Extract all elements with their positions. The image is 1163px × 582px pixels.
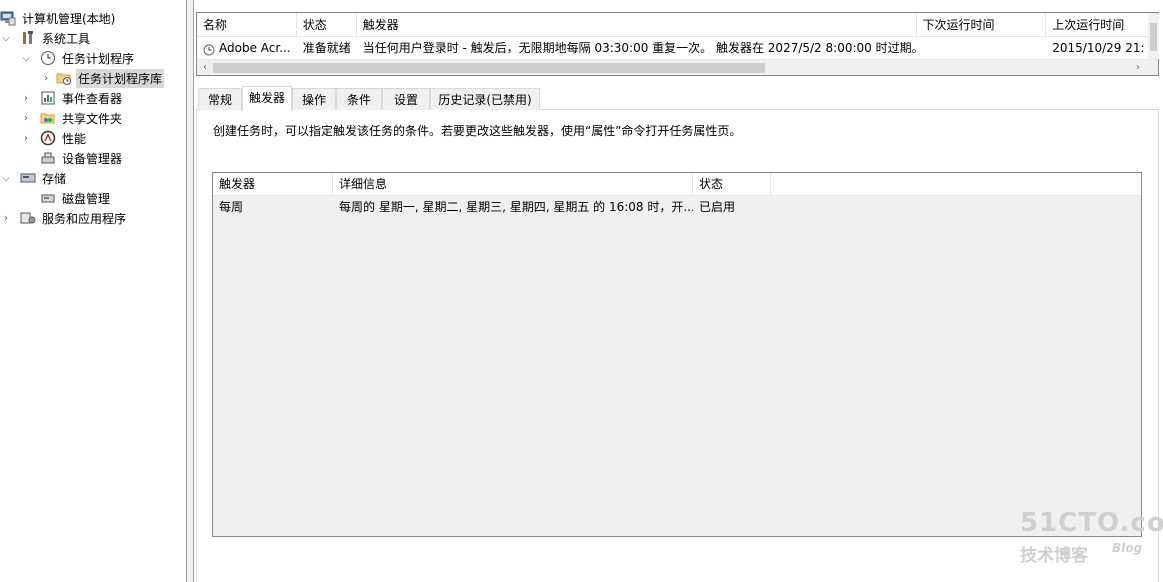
column-header-details[interactable]: 详细信息: [333, 173, 693, 196]
task-trigger: 当任何用户登录时 - 触发后，无限期地每隔 03:30:00 重复一次。 触发器…: [362, 41, 917, 55]
tab-general[interactable]: 常规: [198, 88, 242, 110]
tree-item-label: 任务计划程序: [62, 51, 135, 66]
scroll-right-arrow-icon[interactable]: ›: [1130, 60, 1146, 75]
column-header-trigger[interactable]: 触发器: [357, 13, 917, 37]
tree-item-label: 系统工具: [42, 31, 91, 46]
disk-icon: [40, 190, 56, 206]
task-name: Adobe Acr...: [219, 41, 291, 55]
horizontal-scrollbar[interactable]: ‹ ›: [197, 59, 1158, 75]
tree-item-label: 磁盘管理: [62, 191, 111, 206]
column-header-last-run[interactable]: 上次运行时间: [1046, 13, 1158, 37]
triggers-table-header: 触发器 详细信息 状态: [213, 173, 1141, 196]
navigation-tree: 计算机管理(本地) ⌵ 系统工具 ⌵ 任务计划程序 › 任务计划程序库 › 事件…: [0, 0, 186, 582]
scrollbar-thumb[interactable]: [1150, 23, 1157, 51]
task-list: 名称 状态 触发器 下次运行时间 上次运行时间 Adobe Acr... 准备就…: [196, 12, 1159, 76]
computer-management-icon: [0, 10, 16, 26]
event-viewer-icon: [40, 90, 56, 106]
chevron-down-icon[interactable]: ⌵: [0, 28, 12, 48]
column-header-status[interactable]: 状态: [297, 13, 357, 37]
tab-history[interactable]: 历史记录(已禁用): [430, 88, 540, 110]
tree-item-label: 性能: [62, 131, 87, 146]
shared-folder-icon: [40, 110, 56, 126]
scroll-left-arrow-icon[interactable]: ‹: [197, 60, 213, 75]
column-header-trigger[interactable]: 触发器: [213, 173, 333, 196]
tree-item-label: 任务计划程序库: [76, 68, 165, 88]
task-list-header: 名称 状态 触发器 下次运行时间 上次运行时间: [197, 13, 1158, 37]
chevron-right-icon[interactable]: ›: [20, 128, 32, 148]
tree-item-label: 计算机管理(本地): [22, 11, 116, 26]
tree-item-computer-management[interactable]: 计算机管理(本地): [0, 8, 186, 28]
pane-splitter[interactable]: [186, 0, 194, 582]
clock-icon: [203, 42, 215, 56]
task-status: 准备就绪: [302, 41, 351, 55]
tree-item-event-viewer[interactable]: › 事件查看器: [20, 88, 186, 108]
tree-item-label: 存储: [42, 171, 67, 186]
tree-item-storage[interactable]: ⌵ 存储: [0, 168, 186, 188]
chevron-right-icon[interactable]: ›: [20, 108, 32, 128]
tab-actions[interactable]: 操作: [292, 88, 336, 110]
tab-conditions[interactable]: 条件: [336, 88, 382, 110]
chevron-right-icon[interactable]: ›: [0, 208, 12, 228]
device-manager-icon: [40, 150, 56, 166]
chevron-down-icon[interactable]: ⌵: [20, 48, 32, 68]
scrollbar-thumb[interactable]: [213, 63, 765, 73]
tree-item-task-scheduler-library[interactable]: › 任务计划程序库: [40, 68, 186, 88]
column-header-name[interactable]: 名称: [197, 13, 297, 37]
tree-item-label: 共享文件夹: [62, 111, 123, 126]
tree-item-label: 设备管理器: [62, 151, 123, 166]
tab-settings[interactable]: 设置: [382, 88, 430, 110]
task-name-cell: Adobe Acr...: [197, 38, 297, 58]
column-header-status[interactable]: 状态: [693, 173, 771, 196]
tools-icon: [20, 30, 36, 46]
watermark-blog: Blog: [1112, 541, 1143, 555]
trigger-status: 已启用: [699, 200, 736, 214]
tree-item-device-manager[interactable]: 设备管理器: [20, 148, 186, 168]
watermark-logo: 51CTO.com 技术博客 Blog: [1018, 508, 1163, 568]
tree-item-system-tools[interactable]: ⌵ 系统工具: [0, 28, 186, 48]
storage-icon: [20, 170, 36, 186]
tree-item-services-apps[interactable]: › 服务和应用程序: [0, 208, 186, 228]
task-next-run: [917, 38, 1047, 58]
watermark-site: 51CTO.com: [1020, 508, 1163, 538]
task-last-run: 2015/10/29 21:: [1052, 41, 1145, 55]
vertical-scrollbar[interactable]: [1148, 13, 1159, 59]
chevron-right-icon[interactable]: ›: [20, 88, 32, 108]
tree-item-disk-management[interactable]: 磁盘管理: [20, 188, 186, 208]
services-icon: [20, 210, 36, 226]
triggers-table: 触发器 详细信息 状态 每周 每周的 星期一, 星期二, 星期三, 星期四, 星…: [212, 172, 1142, 537]
tree-item-label: 事件查看器: [62, 91, 123, 106]
column-header-next-run[interactable]: 下次运行时间: [917, 13, 1047, 37]
tree-item-task-scheduler[interactable]: ⌵ 任务计划程序: [20, 48, 186, 68]
trigger-details: 每周的 星期一, 星期二, 星期三, 星期四, 星期五 的 16:08 时，开.…: [339, 200, 693, 214]
clock-icon: [40, 50, 56, 66]
triggers-description: 创建任务时，可以指定触发该任务的条件。若要更改这些触发器，使用“属性”命令打开任…: [213, 124, 742, 138]
tree-item-shared-folders[interactable]: › 共享文件夹: [20, 108, 186, 128]
tab-strip: 常规 触发器 操作 条件 设置 历史记录(已禁用): [196, 86, 1159, 111]
trigger-type: 每周: [219, 200, 244, 214]
chevron-right-icon[interactable]: ›: [40, 68, 52, 88]
table-row[interactable]: Adobe Acr... 准备就绪 当任何用户登录时 - 触发后，无限期地每隔 …: [197, 38, 1158, 58]
performance-icon: [40, 130, 56, 146]
folder-clock-icon: [56, 70, 72, 86]
chevron-down-icon[interactable]: ⌵: [0, 168, 12, 188]
tree-item-performance[interactable]: › 性能: [20, 128, 186, 148]
tree-item-label: 服务和应用程序: [42, 211, 127, 226]
tab-triggers[interactable]: 触发器: [242, 86, 292, 111]
table-row[interactable]: 每周 每周的 星期一, 星期二, 星期三, 星期四, 星期五 的 16:08 时…: [213, 197, 1141, 217]
watermark-tagline: 技术博客: [1020, 546, 1088, 566]
